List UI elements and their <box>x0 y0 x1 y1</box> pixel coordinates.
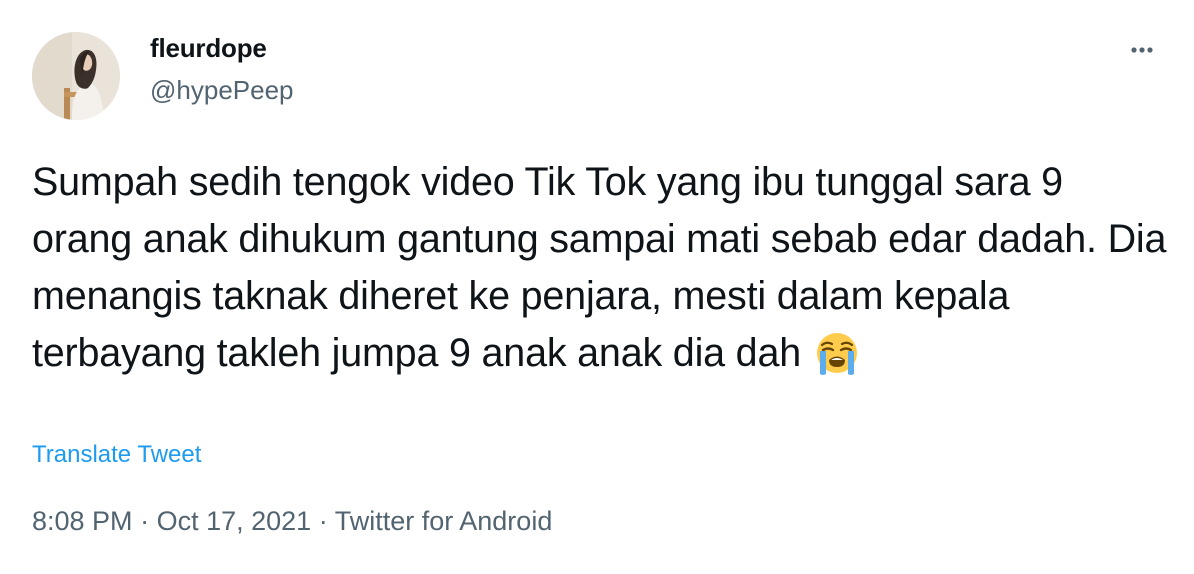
tweet-metadata: 8:08 PM · Oct 17, 2021 · Twitter for And… <box>32 506 552 537</box>
meta-separator: · <box>140 506 150 536</box>
display-name[interactable]: fleurdope <box>150 33 267 64</box>
avatar-image <box>32 32 120 120</box>
avatar[interactable] <box>32 32 120 120</box>
tweet-text: Sumpah sedih tengok video Tik Tok yang i… <box>32 154 1172 392</box>
tweet-source[interactable]: Twitter for Android <box>335 506 553 536</box>
translate-tweet-link[interactable]: Translate Tweet <box>32 441 201 469</box>
tweet-body: Sumpah sedih tengok video Tik Tok yang i… <box>32 160 1167 375</box>
tweet-card: fleurdope @hypePeep Sumpah sedih tengok … <box>0 0 1194 574</box>
more-options-icon[interactable] <box>1120 32 1164 68</box>
meta-separator: · <box>318 506 328 536</box>
user-handle[interactable]: @hypePeep <box>150 75 294 106</box>
loudly-crying-face-emoji <box>814 330 860 392</box>
tweet-date[interactable]: Oct 17, 2021 <box>157 506 312 536</box>
tweet-time[interactable]: 8:08 PM <box>32 506 133 536</box>
